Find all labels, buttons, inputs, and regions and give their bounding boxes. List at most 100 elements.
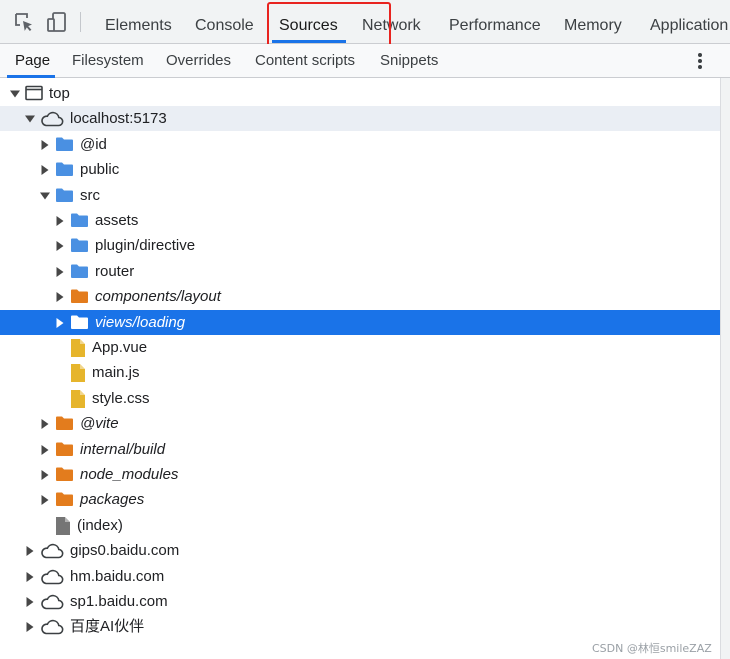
tree-item-label: localhost:5173	[70, 110, 167, 128]
tree-item-label: (index)	[77, 516, 123, 534]
file-icon	[71, 389, 85, 408]
collapse-arrow-icon[interactable]	[40, 470, 50, 480]
expand-arrow-icon[interactable]	[10, 89, 20, 99]
tree-item-label: internal/build	[80, 440, 166, 458]
collapse-arrow-icon[interactable]	[25, 597, 35, 607]
tree-row[interactable]: top	[0, 81, 720, 106]
vertical-scrollbar[interactable]	[720, 78, 730, 659]
cloud-icon	[41, 112, 64, 127]
tree-row[interactable]: localhost:5173	[0, 106, 720, 132]
tree-row[interactable]: components/layout	[0, 284, 720, 309]
tree-item-label: public	[80, 161, 120, 179]
folder-icon	[56, 492, 73, 507]
expand-arrow-icon[interactable]	[40, 191, 50, 201]
watermark-text: CSDN @林恒smileZAZ	[592, 642, 712, 655]
tree-row[interactable]: 百度AI伙伴	[0, 614, 720, 639]
collapse-arrow-icon[interactable]	[55, 266, 65, 277]
tab-memory[interactable]: Memory	[564, 0, 622, 43]
collapse-arrow-icon[interactable]	[40, 495, 50, 506]
frame-icon	[25, 85, 43, 101]
folder-icon	[56, 188, 73, 202]
cloud-icon	[41, 620, 64, 635]
tree-item-label: components/layout	[95, 288, 221, 306]
tab-console[interactable]: Console	[195, 0, 254, 43]
tree-item-label: node_modules	[80, 466, 179, 483]
tree-row[interactable]: hm.baidu.com	[0, 564, 720, 589]
tree-row[interactable]: main.js	[0, 360, 720, 385]
expand-arrow-icon[interactable]	[25, 114, 35, 124]
tree-row[interactable]: packages	[0, 487, 720, 512]
tree-row[interactable]: (index)	[0, 513, 720, 538]
tree-item-label: 百度AI伙伴	[70, 618, 145, 636]
collapse-arrow-icon[interactable]	[55, 292, 65, 303]
tree-item-label: plugin/directive	[95, 237, 196, 255]
subtab-page[interactable]: Page	[15, 44, 50, 77]
collapse-arrow-icon[interactable]	[40, 165, 50, 176]
collapse-arrow-icon[interactable]	[25, 622, 35, 633]
active-subtab-indicator	[7, 75, 55, 78]
subtab-filesystem[interactable]: Filesystem	[72, 44, 144, 77]
tree-item-label: style.css	[92, 389, 150, 407]
folder-icon	[71, 289, 88, 304]
tree-item-label: src	[80, 186, 100, 204]
cloud-icon	[41, 544, 64, 559]
collapse-arrow-icon[interactable]	[55, 216, 65, 226]
subtab-snippets[interactable]: Snippets	[380, 44, 438, 77]
tab-elements[interactable]: Elements	[105, 0, 172, 43]
more-options-icon[interactable]	[692, 52, 708, 70]
folder-icon	[56, 467, 73, 481]
tree-row[interactable]: src	[0, 183, 720, 208]
tree-row[interactable]: node_modules	[0, 462, 720, 487]
tree-row[interactable]: @vite	[0, 411, 720, 436]
tree-item-label: hm.baidu.com	[70, 567, 165, 585]
subtab-overrides[interactable]: Overrides	[166, 44, 231, 77]
folder-icon	[56, 442, 73, 456]
collapse-arrow-icon[interactable]	[40, 444, 50, 455]
file-icon	[71, 364, 85, 383]
folder-icon	[71, 264, 88, 278]
tree-row[interactable]: App.vue	[0, 335, 720, 360]
collapse-arrow-icon[interactable]	[25, 546, 35, 557]
file-tree: top localhost:5173 @id public src assets plugi…	[0, 80, 720, 659]
tree-item-label: packages	[80, 491, 145, 509]
tree-row[interactable]: sp1.baidu.com	[0, 589, 720, 614]
tree-item-label: sp1.baidu.com	[70, 593, 168, 610]
tree-row[interactable]: plugin/directive	[0, 233, 720, 258]
tree-item-label: App.vue	[92, 339, 148, 356]
folder-icon	[71, 213, 88, 227]
tree-row[interactable]: assets	[0, 208, 720, 233]
folder-icon	[56, 416, 73, 431]
tree-item-label: main.js	[92, 364, 140, 382]
cloud-icon	[41, 594, 64, 610]
folder-icon	[56, 162, 73, 177]
tree-row-selected[interactable]: views/loading	[0, 309, 720, 335]
tree-row[interactable]: router	[0, 259, 720, 284]
collapse-arrow-icon[interactable]	[55, 317, 65, 328]
tree-row[interactable]: internal/build	[0, 437, 720, 462]
tree-item-label: router	[95, 262, 135, 280]
collapse-arrow-icon[interactable]	[40, 419, 50, 430]
tree-row[interactable]: public	[0, 157, 720, 182]
tree-item-label: @vite	[80, 415, 119, 433]
device-toolbar-icon[interactable]	[46, 11, 68, 33]
tree-item-label: views/loading	[95, 313, 186, 331]
tab-application[interactable]: Application	[650, 0, 728, 43]
collapse-arrow-icon[interactable]	[55, 241, 65, 252]
file-icon	[56, 516, 70, 535]
folder-icon	[56, 137, 73, 151]
tree-row[interactable]: gips0.baidu.com	[0, 538, 720, 563]
navigator-tabs: Page Filesystem Overrides Content script…	[0, 44, 730, 78]
collapse-arrow-icon[interactable]	[25, 571, 35, 582]
toolbar-divider	[80, 12, 81, 32]
file-icon	[71, 339, 85, 357]
subtab-content-scripts[interactable]: Content scripts	[255, 44, 355, 77]
inspect-element-icon[interactable]	[13, 11, 35, 33]
cloud-icon	[41, 569, 64, 584]
tree-item-label: assets	[95, 212, 139, 229]
folder-icon	[71, 238, 88, 253]
tree-row[interactable]: @id	[0, 132, 720, 157]
collapse-arrow-icon[interactable]	[40, 139, 50, 150]
tree-item-label: gips0.baidu.com	[70, 542, 180, 560]
tree-row[interactable]: style.css	[0, 386, 720, 411]
tab-performance[interactable]: Performance	[449, 0, 541, 43]
